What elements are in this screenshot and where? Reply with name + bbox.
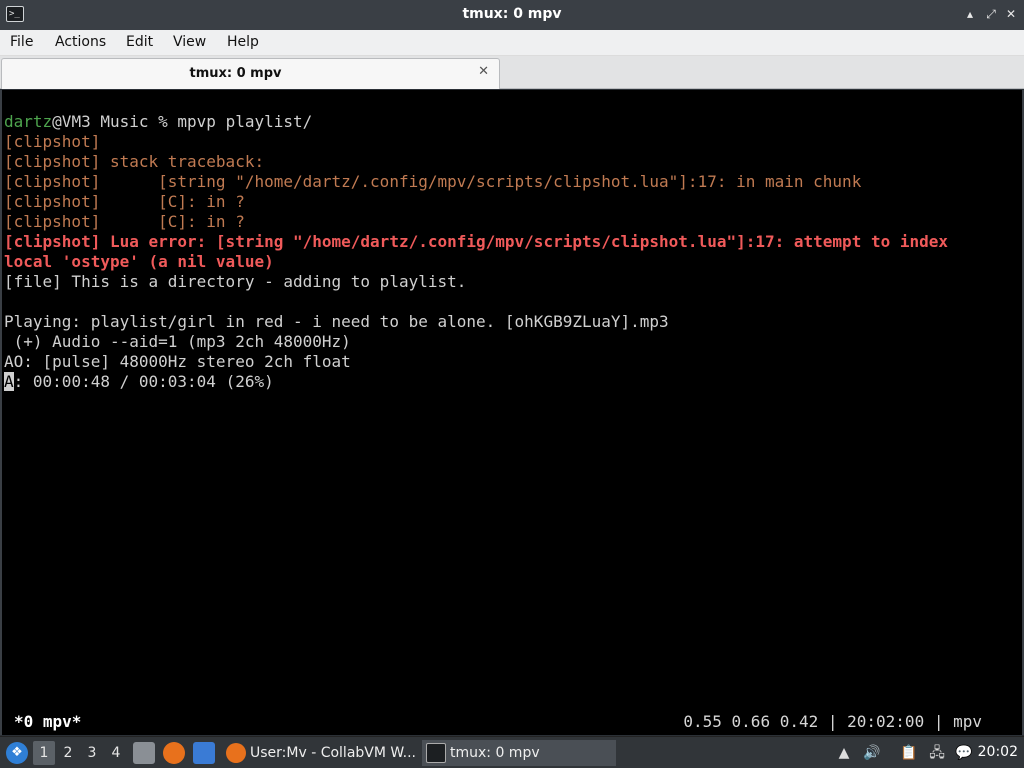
menu-actions[interactable]: Actions xyxy=(55,34,106,50)
tab-label: tmux: 0 mpv xyxy=(189,66,282,81)
start-menu-icon[interactable]: ❖ xyxy=(6,742,28,764)
file-manager-icon[interactable] xyxy=(133,742,155,764)
playing-line: Playing: playlist/girl in red - i need t… xyxy=(4,312,669,331)
desktop-icon[interactable] xyxy=(193,742,215,764)
tmux-status-right: 0.55 0.66 0.42 | 20:02:00 | mpv xyxy=(683,712,982,731)
task-terminal[interactable]: tmux: 0 mpv xyxy=(422,740,616,766)
ao-line: AO: [pulse] 48000Hz stereo 2ch float xyxy=(4,352,351,371)
workspace-4[interactable]: 4 xyxy=(105,741,127,765)
error-line: local 'ostype' (a nil value) xyxy=(4,252,274,271)
clipboard-icon[interactable]: 📋 xyxy=(899,743,919,763)
tab-close-icon[interactable]: ✕ xyxy=(478,64,489,79)
error-line: [clipshot] Lua error: [string "/home/dar… xyxy=(4,232,949,251)
clock[interactable]: 20:02 xyxy=(978,744,1018,760)
menu-view[interactable]: View xyxy=(173,34,206,50)
window-titlebar: >_ tmux: 0 mpv ▴ ⤢ ✕ xyxy=(0,0,1024,30)
workspace-3[interactable]: 3 xyxy=(81,741,103,765)
file-line: [file] This is a directory - adding to p… xyxy=(4,272,467,291)
terminal-cursor: A xyxy=(4,372,14,391)
workspace-2[interactable]: 2 xyxy=(57,741,79,765)
prompt-command: @VM3 Music % mpvp playlist/ xyxy=(52,112,313,131)
updates-icon[interactable]: ▲ xyxy=(834,743,854,763)
notification-icon[interactable]: 💬 xyxy=(954,743,974,763)
maximize-button[interactable]: ⤢ xyxy=(983,6,999,22)
menu-bar: File Actions Edit View Help xyxy=(0,30,1024,56)
tab-tmux[interactable]: tmux: 0 mpv ✕ xyxy=(1,58,500,89)
terminal-icon xyxy=(426,743,446,763)
menu-help[interactable]: Help xyxy=(227,34,259,50)
log-line: [clipshot] [C]: in ? xyxy=(4,192,245,211)
task-label: tmux: 0 mpv xyxy=(450,745,540,761)
firefox-icon xyxy=(226,743,246,763)
log-line: [clipshot] [string "/home/dartz/.config/… xyxy=(4,172,862,191)
taskbar: ❖ 1 2 3 4 User:Mv - CollabVM W... tmux: … xyxy=(0,736,1024,768)
prompt-user: dartz xyxy=(4,112,53,131)
volume-icon[interactable]: 🔊 xyxy=(862,743,882,763)
audio-line: (+) Audio --aid=1 (mp3 2ch 48000Hz) xyxy=(4,332,351,351)
tmux-window-list[interactable]: *0 mpv* xyxy=(14,712,81,732)
task-label: User:Mv - CollabVM W... xyxy=(250,745,416,761)
task-firefox[interactable]: User:Mv - CollabVM W... xyxy=(222,740,418,766)
log-line: [clipshot] xyxy=(4,132,101,151)
playback-time: : 00:00:48 / 00:03:04 (26%) xyxy=(13,372,274,391)
tab-bar: tmux: 0 mpv ✕ xyxy=(0,56,1024,89)
window-title: tmux: 0 mpv xyxy=(462,6,562,22)
log-line: [clipshot] [C]: in ? xyxy=(4,212,245,231)
playback-status-line: A: 00:00:48 / 00:03:04 (26%) xyxy=(4,372,274,392)
workspace-1[interactable]: 1 xyxy=(33,741,55,765)
prompt-line: dartz@VM3 Music % mpvp playlist/ xyxy=(4,112,312,132)
close-button[interactable]: ✕ xyxy=(1003,6,1019,22)
log-line: [clipshot] stack traceback: xyxy=(4,152,265,171)
menu-file[interactable]: File xyxy=(10,34,33,50)
menu-edit[interactable]: Edit xyxy=(126,34,153,50)
firefox-icon[interactable] xyxy=(163,742,185,764)
minimize-button[interactable]: ▴ xyxy=(962,6,978,22)
network-icon[interactable]: 🖧 xyxy=(927,743,947,763)
terminal-view[interactable]: dartz@VM3 Music % mpvp playlist/ [clipsh… xyxy=(0,90,1024,735)
